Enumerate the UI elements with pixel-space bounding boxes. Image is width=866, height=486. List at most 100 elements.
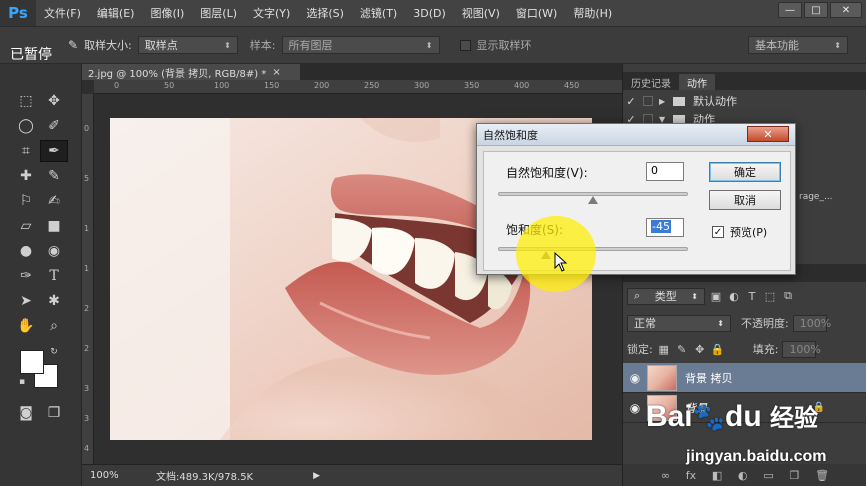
eye-icon[interactable]: ◉ <box>623 401 647 415</box>
document-title: 2.jpg @ 100% (背景 拷贝, RGB/8#) * <box>88 68 267 80</box>
crop-tool-icon[interactable]: ⌗ <box>12 140 40 162</box>
brush-tool-icon[interactable]: ✎ <box>40 165 68 187</box>
marquee-tool-icon[interactable]: ⬚ <box>12 90 40 112</box>
history-actions-tabs: 历史记录 动作 <box>623 72 866 90</box>
layer-item-background-copy[interactable]: ◉ 背景 拷贝 <box>623 363 866 393</box>
lasso-tool-icon[interactable]: ◯ <box>12 115 40 137</box>
trash-icon[interactable]: 🗑 <box>815 469 829 482</box>
tab-close-icon[interactable]: × <box>272 67 280 78</box>
lock-all-icon[interactable]: 🔒 <box>711 343 725 356</box>
document-tab[interactable]: 2.jpg @ 100% (背景 拷贝, RGB/8#) * × <box>82 64 300 80</box>
screen-mode-icon[interactable]: ❐ <box>40 402 68 424</box>
dodge-tool-icon[interactable]: ◉ <box>40 240 68 262</box>
layer-thumbnail <box>647 364 677 391</box>
stamp-tool-icon[interactable]: ⚐ <box>12 190 40 212</box>
sample-size-value: 取样点 <box>144 39 178 52</box>
show-ring-checkbox[interactable] <box>459 39 471 51</box>
lock-position-icon[interactable]: ✥ <box>693 343 707 356</box>
smart-filter-icon[interactable]: ⧉ <box>781 289 795 303</box>
gradient-tool-icon[interactable]: ■ <box>40 215 68 237</box>
pixel-filter-icon[interactable]: ▣ <box>709 290 723 303</box>
fill-value: 100% <box>789 342 821 356</box>
menu-type[interactable]: 文字(Y) <box>245 5 298 21</box>
type-tool-icon[interactable]: T <box>40 265 68 287</box>
new-layer-icon[interactable]: ❐ <box>790 469 800 482</box>
quick-mask-icon[interactable]: ◙ <box>12 402 40 424</box>
maximize-button[interactable]: □ <box>804 2 828 18</box>
lock-transparent-icon[interactable]: ▦ <box>657 343 671 356</box>
history-brush-icon[interactable]: ✍ <box>40 190 68 212</box>
horizontal-ruler: 0 50 100 150 200 250 300 350 400 450 <box>94 80 622 94</box>
menu-3d[interactable]: 3D(D) <box>405 7 454 20</box>
folder-icon[interactable]: ▭ <box>763 469 773 482</box>
eyedropper-tool-icon[interactable]: ✒ <box>40 139 68 162</box>
zoom-level[interactable]: 100% <box>82 470 142 481</box>
healing-brush-icon[interactable]: ✚ <box>12 165 40 187</box>
minimize-button[interactable]: — <box>778 2 802 18</box>
menu-edit[interactable]: 编辑(E) <box>89 5 143 21</box>
fill-input[interactable]: 100% <box>782 340 821 358</box>
status-menu-icon[interactable]: ▶ <box>313 471 320 481</box>
sample-size-label: 取样大小: <box>84 39 132 52</box>
dialog-toggle-icon[interactable] <box>643 96 653 106</box>
ruler-tick: 450 <box>564 81 580 90</box>
vibrance-input[interactable]: 0 <box>646 162 684 181</box>
mask-icon[interactable]: ◧ <box>712 469 722 482</box>
menu-select[interactable]: 选择(S) <box>298 5 352 21</box>
ok-button[interactable]: 确定 <box>709 162 781 182</box>
path-select-icon[interactable]: ➤ <box>12 290 40 312</box>
ruler-tick: 3 <box>84 384 90 393</box>
move-tool-icon[interactable]: ✥ <box>40 90 68 112</box>
fx-icon[interactable]: fx <box>686 469 696 482</box>
close-button[interactable]: ✕ <box>830 2 862 18</box>
zoom-tool-icon[interactable]: ⌕ <box>40 315 68 337</box>
preview-checkbox[interactable]: ✓ <box>712 226 724 238</box>
blur-tool-icon[interactable]: ● <box>12 240 40 262</box>
check-icon[interactable]: ✓ <box>623 95 639 108</box>
saturation-input[interactable]: -45 <box>646 218 684 237</box>
foreground-color-swatch[interactable] <box>20 350 44 374</box>
menu-image[interactable]: 图像(I) <box>142 5 192 21</box>
lock-row: 锁定: ▦ ✎ ✥ 🔒 填充: 100% <box>627 339 821 359</box>
swap-colors-icon[interactable]: ↻ <box>48 346 60 358</box>
quick-select-icon[interactable]: ✐ <box>40 115 68 137</box>
tab-actions[interactable]: 动作 <box>679 74 715 90</box>
adjust-filter-icon[interactable]: ◐ <box>727 290 741 303</box>
pen-tool-icon[interactable]: ✑ <box>12 265 40 287</box>
action-set-row[interactable]: ✓ ▶ 默认动作 <box>623 92 866 110</box>
workspace-select[interactable]: 基本功能 ⬍ <box>748 36 848 54</box>
shape-tool-icon[interactable]: ✱ <box>40 290 68 312</box>
menu-file[interactable]: 文件(F) <box>36 5 89 21</box>
paused-overlay: 已暂停 <box>10 47 52 63</box>
eraser-tool-icon[interactable]: ▱ <box>12 215 40 237</box>
cancel-button[interactable]: 取消 <box>709 190 781 210</box>
link-icon[interactable]: ∞ <box>661 469 670 482</box>
menu-filter[interactable]: 滤镜(T) <box>352 5 405 21</box>
watermark-url: jingyan.baidu.com <box>686 448 827 465</box>
dialog-close-button[interactable]: ✕ <box>747 126 789 142</box>
expand-triangle-icon[interactable]: ▶ <box>659 97 669 106</box>
type-filter-icon[interactable]: T <box>745 290 759 303</box>
vibrance-label: 自然饱和度(V): <box>506 166 588 180</box>
hand-tool-icon[interactable]: ✋ <box>12 315 40 337</box>
shape-filter-icon[interactable]: ⬚ <box>763 290 777 303</box>
menu-help[interactable]: 帮助(H) <box>565 5 620 21</box>
layer-filter-select[interactable]: ⌕ 类型 ⬍ <box>627 287 705 305</box>
menu-window[interactable]: 窗口(W) <box>508 5 565 21</box>
opacity-input[interactable]: 100% <box>792 314 831 332</box>
eye-icon[interactable]: ◉ <box>623 371 647 385</box>
sample-size-select[interactable]: 取样点 ⬍ <box>137 36 238 54</box>
ruler-tick: 150 <box>264 81 280 90</box>
menu-layer[interactable]: 图层(L) <box>192 5 245 21</box>
ruler-tick: 5 <box>84 174 90 183</box>
eyedropper-icon[interactable]: ✎ <box>68 38 78 52</box>
blend-mode-select[interactable]: 正常 ⬍ <box>627 314 731 332</box>
menu-view[interactable]: 视图(V) <box>454 5 508 21</box>
sample-select[interactable]: 所有图层 ⬍ <box>281 36 440 54</box>
adjustment-icon[interactable]: ◐ <box>738 469 748 482</box>
lock-pixels-icon[interactable]: ✎ <box>675 343 689 356</box>
vibrance-slider-thumb[interactable] <box>588 196 598 204</box>
default-colors-icon[interactable]: ▪ <box>16 376 28 388</box>
tab-history[interactable]: 历史记录 <box>623 74 679 90</box>
ruler-tick: 0 <box>114 81 120 90</box>
